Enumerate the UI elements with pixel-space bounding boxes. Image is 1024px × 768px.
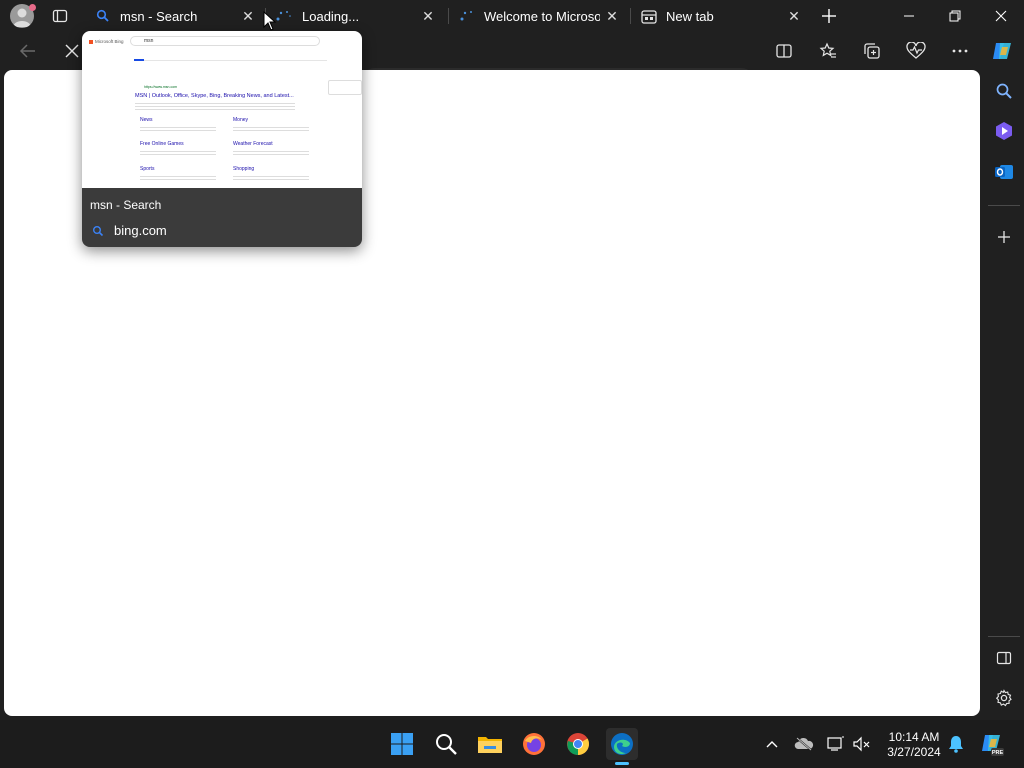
- close-tab-icon[interactable]: ✕: [784, 6, 804, 26]
- restore-button[interactable]: [932, 0, 978, 32]
- chrome-icon[interactable]: [562, 728, 594, 760]
- preview-sitelink: Sports: [140, 166, 155, 172]
- browser-essentials-icon[interactable]: [900, 35, 932, 67]
- tab-loading[interactable]: Loading... ✕: [268, 2, 444, 30]
- close-window-button[interactable]: [978, 0, 1024, 32]
- tab-title: msn - Search: [120, 9, 198, 24]
- preview-sitelink: News: [140, 117, 153, 123]
- svg-text:PRE: PRE: [992, 750, 1004, 756]
- collections-icon[interactable]: [856, 35, 888, 67]
- sidebar-separator: [988, 205, 1020, 206]
- tab-bar: msn - Search ✕ Loading... ✕ Welcome to M…: [0, 0, 1024, 32]
- search-icon: [92, 224, 104, 237]
- show-hidden-icons-chevron-icon[interactable]: [762, 734, 782, 754]
- tab-separator: [448, 8, 449, 24]
- file-explorer-icon[interactable]: [474, 728, 506, 760]
- tab-msn-search[interactable]: msn - Search ✕: [88, 2, 264, 30]
- tab-actions-icon[interactable]: [50, 6, 70, 26]
- onedrive-offline-icon[interactable]: [794, 734, 814, 754]
- preview-query: msn: [144, 38, 154, 44]
- new-tab-button[interactable]: [818, 5, 840, 27]
- preview-nav-active: [134, 59, 144, 61]
- close-tab-icon[interactable]: ✕: [238, 6, 258, 26]
- minimize-button[interactable]: [886, 0, 932, 32]
- preview-nav-line: [134, 60, 327, 61]
- preview-brand: Microsoft Bing: [95, 39, 124, 44]
- preview-bing-logo: [89, 40, 93, 44]
- profile-notification-dot: [29, 4, 36, 11]
- copilot-preview-icon[interactable]: PRE: [976, 728, 1008, 760]
- preview-snippet-block: [140, 149, 216, 157]
- taskbar: PRE: [0, 720, 1024, 768]
- taskbar-search-icon[interactable]: [430, 728, 462, 760]
- preview-snippet-block: [233, 125, 309, 133]
- close-tab-icon[interactable]: ✕: [418, 6, 438, 26]
- preview-sitelink: Money: [233, 117, 249, 123]
- loading-spinner-icon: [458, 8, 476, 26]
- preview-snippet-block: [233, 174, 309, 182]
- new-tab-icon: [640, 8, 658, 26]
- search-icon[interactable]: [990, 77, 1018, 105]
- tab-title: Welcome to Microsoft: [484, 9, 600, 24]
- active-app-indicator: [615, 762, 629, 765]
- preview-side-card: [328, 80, 362, 95]
- preview-search-box: [130, 36, 320, 46]
- preview-snippet-block: [233, 149, 309, 157]
- tab-title: Loading...: [302, 9, 360, 24]
- clock-date: 3/27/2024: [887, 745, 941, 759]
- preview-snippet-block: [140, 125, 216, 133]
- hide-sidebar-icon[interactable]: [990, 644, 1018, 672]
- tab-separator: [630, 8, 631, 24]
- preview-sitelink: Free Online Games: [140, 141, 184, 147]
- volume-muted-icon[interactable]: [852, 734, 872, 754]
- sidebar-separator: [988, 636, 1020, 637]
- notification-bell-icon[interactable]: [946, 734, 966, 754]
- edge-sidebar: [984, 70, 1024, 720]
- preview-sitelink: Shopping: [233, 166, 255, 172]
- sidebar-settings-icon[interactable]: [990, 684, 1018, 712]
- edge-icon[interactable]: [606, 728, 638, 760]
- network-display-icon[interactable]: [826, 734, 846, 754]
- preview-result-title: MSN | Outlook, Office, Skype, Bing, Brea…: [135, 93, 294, 99]
- tab-welcome-microsoft[interactable]: Welcome to Microsoft ✕: [452, 2, 628, 30]
- split-screen-icon[interactable]: [768, 35, 800, 67]
- firefox-icon[interactable]: [518, 728, 550, 760]
- mouse-cursor-icon: [263, 10, 277, 31]
- clock-time: 10:14 AM: [888, 730, 940, 744]
- close-tab-icon[interactable]: ✕: [602, 6, 622, 26]
- outlook-icon[interactable]: [990, 158, 1018, 186]
- preview-thumbnail: Microsoft Bing msn https://www.msn.com M…: [82, 31, 362, 188]
- copilot-icon[interactable]: [986, 35, 1018, 67]
- favorites-icon[interactable]: [812, 35, 844, 67]
- settings-more-icon[interactable]: [944, 35, 976, 67]
- windows-start-icon[interactable]: [386, 728, 418, 760]
- preview-domain: bing.com: [114, 223, 167, 238]
- preview-sitelink: Weather Forecast: [233, 141, 273, 147]
- copilot-designer-icon[interactable]: [990, 117, 1018, 145]
- add-sidebar-app-icon[interactable]: [990, 223, 1018, 251]
- system-clock[interactable]: 10:14 AM 3/27/2024: [880, 730, 948, 760]
- preview-result-url: https://www.msn.com: [144, 85, 178, 89]
- back-button[interactable]: [12, 35, 44, 67]
- tab-title: New tab: [666, 9, 714, 24]
- search-icon: [96, 9, 110, 23]
- tab-new-tab[interactable]: New tab ✕: [634, 2, 810, 30]
- tab-hover-preview: Microsoft Bing msn https://www.msn.com M…: [82, 31, 362, 247]
- preview-result-snippet: [135, 101, 295, 111]
- preview-title: msn - Search: [90, 198, 162, 212]
- preview-snippet-block: [140, 174, 216, 182]
